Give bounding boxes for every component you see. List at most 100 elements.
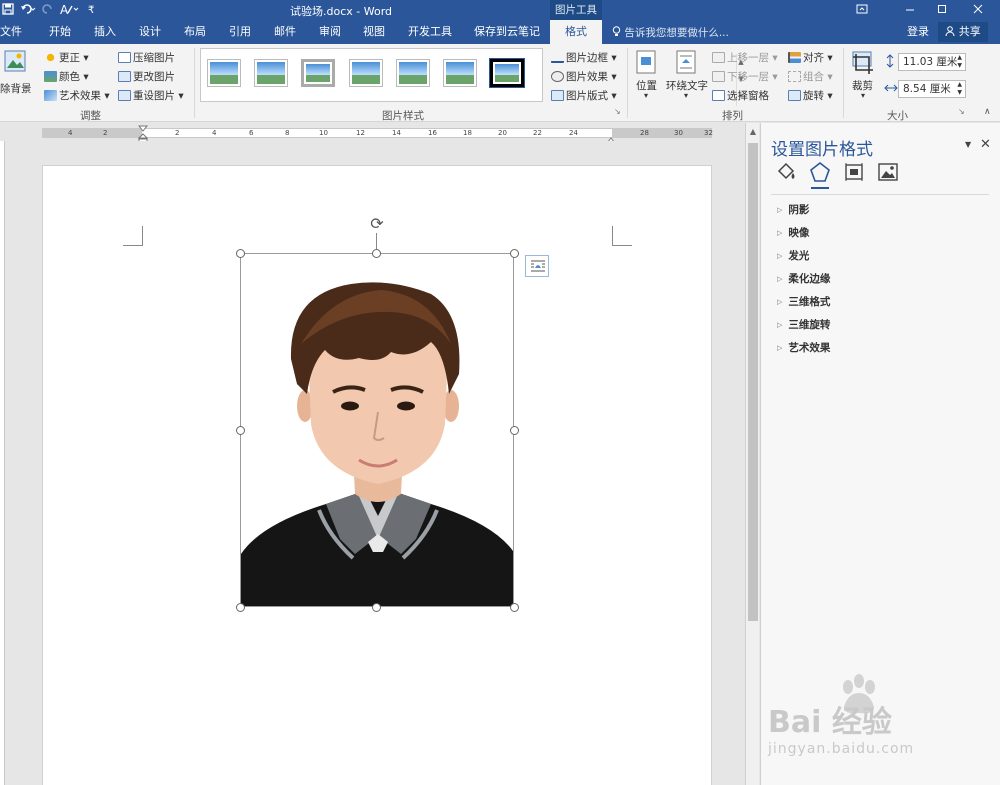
color-button[interactable]: 颜色 ▾ <box>44 69 89 84</box>
tab-layout[interactable]: 布局 <box>184 20 206 44</box>
resize-handle[interactable] <box>236 249 245 258</box>
tab-design[interactable]: 设计 <box>139 20 161 44</box>
tab-references[interactable]: 引用 <box>229 20 251 44</box>
arrange-group-label: 排列 <box>722 110 743 122</box>
ribbon-options-icon[interactable] <box>846 0 878 20</box>
resize-handle[interactable] <box>510 426 519 435</box>
picture-icon[interactable] <box>877 161 899 183</box>
size-dialog-launcher-icon[interactable]: ↘ <box>958 107 965 116</box>
close-icon[interactable] <box>962 0 994 20</box>
rotate-handle-icon[interactable]: ⟳ <box>367 214 387 234</box>
section-3d-format[interactable]: ▷ 三维格式 <box>777 294 830 309</box>
tab-file[interactable]: 文件 <box>0 20 22 44</box>
width-spinner[interactable]: ▲ ▼ <box>957 81 962 97</box>
send-backward-icon <box>712 71 725 82</box>
section-glow[interactable]: ▷ 发光 <box>777 248 809 263</box>
change-picture-label: 更改图片 <box>133 71 175 83</box>
picture-style-5[interactable] <box>396 59 430 87</box>
crop-button[interactable]: 裁剪 ▾ <box>851 48 877 100</box>
dialog-launcher-icon[interactable]: ↘ <box>614 107 621 116</box>
tab-insert[interactable]: 插入 <box>94 20 116 44</box>
pane-close-icon[interactable]: ✕ <box>980 137 991 152</box>
undo-icon[interactable] <box>20 3 36 18</box>
width-input[interactable]: 8.54 厘米 ▲ ▼ <box>898 80 966 98</box>
sign-in-link[interactable]: 登录 <box>907 20 929 44</box>
picture-effects-button[interactable]: 图片效果 ▾ <box>551 69 617 84</box>
tab-review[interactable]: 审阅 <box>319 20 341 44</box>
tab-developer[interactable]: 开发工具 <box>408 20 452 44</box>
expand-icon: ▷ <box>777 252 783 260</box>
picture-style-1[interactable] <box>207 59 241 87</box>
picture-style-6[interactable] <box>443 59 477 87</box>
wrap-text-button[interactable]: 环绕文字 ▾ <box>666 48 708 100</box>
resize-handle[interactable] <box>372 603 381 612</box>
artistic-effects-button[interactable]: 艺术效果 ▾ <box>44 88 110 103</box>
resize-handle[interactable] <box>510 249 519 258</box>
section-shadow[interactable]: ▷ 阴影 <box>777 202 809 217</box>
redo-icon[interactable] <box>42 3 54 18</box>
send-backward-label: 下移一层 <box>727 71 769 83</box>
group-button[interactable]: 组合 ▾ <box>788 69 833 84</box>
save-icon[interactable] <box>2 2 14 18</box>
pane-title: 设置图片格式 <box>771 140 873 160</box>
scrollbar-thumb[interactable] <box>748 143 758 621</box>
section-3d-rotation[interactable]: ▷ 三维旋转 <box>777 317 830 332</box>
picture-style-4[interactable] <box>349 59 383 87</box>
height-input[interactable]: 11.03 厘米 ▲ ▼ <box>898 53 966 71</box>
collapse-ribbon-icon[interactable]: ∧ <box>984 107 991 117</box>
effects-icon[interactable] <box>809 161 831 183</box>
remove-background-button[interactable]: 除背景 <box>0 48 36 96</box>
maximize-icon[interactable] <box>926 0 958 20</box>
resize-handle[interactable] <box>236 603 245 612</box>
fill-line-icon[interactable] <box>775 161 797 183</box>
picture-layout-button[interactable]: 图片版式 ▾ <box>551 88 617 103</box>
resize-handle[interactable] <box>372 249 381 258</box>
corrections-button[interactable]: 更正 ▾ <box>44 50 89 65</box>
reset-picture-icon <box>118 90 131 101</box>
tab-home[interactable]: 开始 <box>49 20 71 44</box>
resize-handle[interactable] <box>510 603 519 612</box>
change-picture-button[interactable]: 更改图片 <box>118 69 175 84</box>
ruler-tick: 8 <box>285 129 290 137</box>
layout-options-icon <box>530 259 546 276</box>
corrections-label: 更正 <box>59 52 80 64</box>
tab-format[interactable]: 格式 <box>550 20 602 44</box>
align-button[interactable]: 对齐 ▾ <box>788 50 833 65</box>
section-soft-edges[interactable]: ▷ 柔化边缘 <box>777 271 830 286</box>
picture-style-3[interactable] <box>301 59 335 87</box>
height-spinner[interactable]: ▲ ▼ <box>957 54 962 70</box>
selection-pane-button[interactable]: 选择窗格 <box>712 88 769 103</box>
position-button[interactable]: 位置 ▾ <box>636 48 660 100</box>
format-painter-icon[interactable]: A <box>60 3 80 18</box>
vertical-scrollbar[interactable]: ▲ <box>745 123 759 785</box>
selection-pane-icon <box>712 90 725 101</box>
section-artistic-effects[interactable]: ▷ 艺术效果 <box>777 340 830 355</box>
resize-handle[interactable] <box>236 426 245 435</box>
picture-style-2[interactable] <box>254 59 288 87</box>
rotate-button[interactable]: 旋转 ▾ <box>788 88 833 103</box>
picture-style-7[interactable] <box>489 58 525 88</box>
send-backward-button[interactable]: 下移一层 ▾ <box>712 69 778 84</box>
expand-icon: ▷ <box>777 206 783 214</box>
rotate-icon <box>788 90 801 101</box>
minimize-icon[interactable] <box>894 0 926 20</box>
tab-mailings[interactable]: 邮件 <box>274 20 296 44</box>
tell-me-text: 告诉我您想要做什么... <box>624 27 729 39</box>
compress-pictures-button[interactable]: 压缩图片 <box>118 50 175 65</box>
scroll-up-icon[interactable]: ▲ <box>746 127 760 136</box>
layout-options-button[interactable] <box>525 255 549 277</box>
picture-border-button[interactable]: 图片边框 ▾ <box>551 50 617 65</box>
bring-forward-button[interactable]: 上移一层 ▾ <box>712 50 778 65</box>
tell-me-search[interactable]: 告诉我您想要做什么... <box>612 25 729 40</box>
customize-icon[interactable]: ₹ <box>88 5 94 16</box>
pane-options-icon[interactable]: ▼ <box>965 140 971 149</box>
ribbon-separator <box>194 48 195 118</box>
selected-picture[interactable] <box>240 253 514 607</box>
layout-properties-icon[interactable] <box>843 161 865 183</box>
tab-view[interactable]: 视图 <box>363 20 385 44</box>
tab-save-to-cloud-notes[interactable]: 保存到云笔记 <box>474 20 540 44</box>
reset-picture-button[interactable]: 重设图片 ▾ <box>118 88 184 103</box>
share-button[interactable]: 共享 <box>938 22 988 42</box>
section-reflection[interactable]: ▷ 映像 <box>777 225 809 240</box>
wrap-text-icon <box>676 50 696 77</box>
